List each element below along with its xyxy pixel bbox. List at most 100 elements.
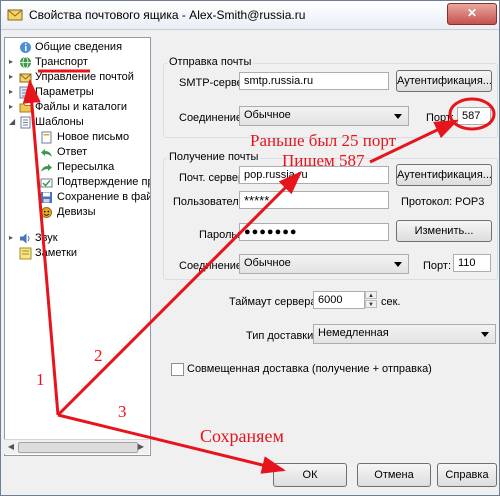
tree-item-reply[interactable]: Ответ <box>5 145 148 160</box>
incoming-port-label: Порт: <box>423 260 451 272</box>
combined-delivery-label: Совмещенная доставка (получение + отправ… <box>187 363 432 375</box>
tree-label-notes: Заметки <box>35 247 78 259</box>
delivery-type-select[interactable]: Немедленная <box>313 324 496 344</box>
user-label: Пользователь: <box>173 196 248 208</box>
collapse-arrow-icon[interactable]: ◢ <box>9 118 16 126</box>
reply-icon <box>41 149 52 157</box>
tree-label-sound: Звук <box>35 232 58 244</box>
tree-label-parameters: Параметры <box>35 86 94 98</box>
mailbox-icon <box>7 9 23 21</box>
mail-manage-icon <box>19 73 32 83</box>
annotation-number-2: 2 <box>94 346 103 365</box>
incoming-server-label: Почт. сервер: <box>179 172 248 184</box>
close-icon: ✕ <box>466 6 478 20</box>
combined-delivery-checkbox[interactable] <box>171 363 184 376</box>
smtp-server-input[interactable]: smtp.russia.ru <box>239 72 389 90</box>
tree-item-parameters[interactable]: ▸ Параметры <box>5 85 148 100</box>
cancel-button[interactable]: Отмена <box>357 463 431 487</box>
tree-label-files: Файлы и каталоги <box>35 101 127 113</box>
protocol-value: POP3 <box>455 196 485 208</box>
scroll-left-icon[interactable]: ◀ <box>6 441 16 452</box>
change-password-button[interactable]: Изменить... <box>396 220 492 242</box>
tree-item-mail-management[interactable]: ▸ Управление почтой <box>5 70 148 85</box>
chevron-down-icon <box>394 114 402 119</box>
spin-down-icon[interactable]: ▼ <box>365 300 377 308</box>
user-input[interactable]: ***** <box>239 191 389 209</box>
mottos-icon <box>41 207 52 218</box>
tree-label-templates: Шаблоны <box>35 116 84 128</box>
chevron-down-icon <box>394 262 402 267</box>
outgoing-port-input[interactable]: 587 <box>457 107 491 125</box>
tree-item-new-letter[interactable]: Новое письмо <box>5 130 148 145</box>
password-label: Пароль: <box>199 229 241 241</box>
sound-icon <box>20 233 30 244</box>
timeout-spinner[interactable]: ▲ ▼ <box>365 291 377 309</box>
tree-label-new-letter: Новое письмо <box>57 131 130 143</box>
settings-tree[interactable]: Общие сведения ▸ Транспорт ▸ Управление … <box>4 37 151 456</box>
incoming-connection-label: Соединение: <box>179 260 246 272</box>
scroll-right-icon[interactable]: ▶ <box>136 441 146 452</box>
globe-icon <box>20 56 31 69</box>
notes-icon <box>19 247 32 260</box>
outgoing-connection-select[interactable]: Обычное <box>239 106 409 126</box>
annotation-number-3: 3 <box>118 402 127 421</box>
new-letter-icon <box>41 131 52 144</box>
expand-arrow-icon[interactable]: ▸ <box>9 234 16 242</box>
confirm-icon <box>40 178 53 188</box>
delivery-type-label: Тип доставки: <box>246 330 317 342</box>
outgoing-auth-button[interactable]: Аутентификация... <box>396 70 492 92</box>
protocol-label: Протокол: <box>401 196 453 208</box>
tree-label-mail-management: Управление почтой <box>35 71 134 83</box>
tree-item-transport[interactable]: ▸ Транспорт <box>5 55 148 70</box>
annotation-note-old-port: Раньше был 25 порт <box>250 131 397 150</box>
incoming-auth-button[interactable]: Аутентификация... <box>396 164 492 186</box>
tree-item-files[interactable]: ▸ Файлы и каталоги <box>5 100 148 115</box>
tree-item-forward[interactable]: Пересылка <box>5 160 148 175</box>
outgoing-port-label: Порт: <box>426 112 454 124</box>
incoming-mail-title: Получение почты <box>167 151 261 163</box>
tree-item-general[interactable]: Общие сведения <box>5 40 148 55</box>
scrollbar-thumb[interactable] <box>18 442 138 453</box>
tree-label-forward: Пересылка <box>57 161 115 173</box>
tree-item-sound[interactable]: ▸ Звук <box>5 231 148 246</box>
tree-label-reply: Ответ <box>57 146 88 158</box>
info-icon <box>20 42 31 53</box>
tree-label-save-to-file: Сохранение в файл <box>57 191 151 203</box>
outgoing-mail-title: Отправка почты <box>167 56 254 68</box>
tree-item-save-to-file[interactable]: Сохранение в файл <box>5 190 151 205</box>
settings-icon <box>19 86 32 99</box>
outgoing-connection-value: Обычное <box>244 109 291 121</box>
templates-icon <box>20 116 31 129</box>
ok-button[interactable]: ОК <box>273 463 347 487</box>
chevron-down-icon <box>481 332 489 337</box>
annotation-note-new-port: Пишем 587 <box>282 151 365 170</box>
window-title: Свойства почтового ящика - Alex-Smith@ru… <box>29 8 306 22</box>
expand-arrow-icon[interactable]: ▸ <box>9 103 16 111</box>
timeout-unit: сек. <box>381 296 401 308</box>
password-input[interactable]: ●●●●●●● <box>239 223 389 241</box>
help-button[interactable]: Справка <box>437 463 497 487</box>
tree-label-read-confirmation: Подтверждение проч <box>57 176 150 188</box>
expand-arrow-icon[interactable]: ▸ <box>9 58 16 66</box>
tree-item-notes[interactable]: Заметки <box>5 246 148 261</box>
timeout-label: Таймаут сервера: <box>229 296 320 308</box>
title-bar[interactable]: Свойства почтового ящика - Alex-Smith@ru… <box>1 1 499 30</box>
incoming-port-input[interactable]: 110 <box>453 254 491 272</box>
save-file-icon <box>41 192 52 203</box>
timeout-input[interactable]: 6000 <box>313 291 365 309</box>
incoming-connection-select[interactable]: Обычное <box>239 254 409 274</box>
expand-arrow-icon[interactable]: ▸ <box>9 73 16 81</box>
tree-label-transport: Транспорт <box>35 56 88 68</box>
tree-label-general: Общие сведения <box>35 41 123 53</box>
close-button[interactable]: ✕ <box>447 3 497 25</box>
folder-icon <box>19 103 32 113</box>
incoming-connection-value: Обычное <box>244 257 291 269</box>
annotation-note-save: Сохраняем <box>200 426 284 446</box>
tree-item-read-confirmation[interactable]: Подтверждение проч <box>5 175 150 190</box>
tree-item-mottos[interactable]: Девизы <box>5 205 148 220</box>
tree-item-templates[interactable]: ◢ Шаблоны <box>5 115 148 130</box>
tree-horizontal-scrollbar[interactable]: ◀ ▶ <box>4 439 149 454</box>
spin-up-icon[interactable]: ▲ <box>365 291 377 299</box>
expand-arrow-icon[interactable]: ▸ <box>9 88 16 96</box>
annotation-number-1: 1 <box>36 370 45 389</box>
